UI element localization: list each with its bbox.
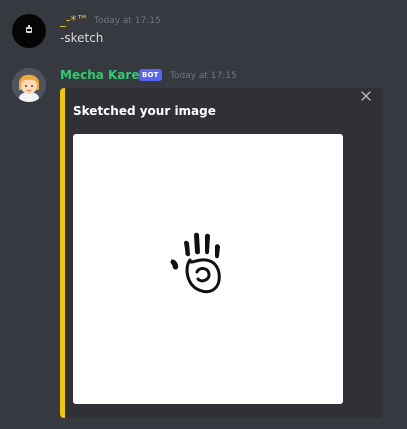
- timestamp: Today at 17:15: [170, 71, 237, 81]
- avatar[interactable]: [12, 68, 46, 102]
- embed-title: Sketched your image: [73, 104, 216, 118]
- embed-image[interactable]: [73, 134, 343, 404]
- message: Mecha Karen BOT Today at 17:15 Sketched …: [0, 64, 407, 429]
- message-content: -sketch: [60, 31, 104, 45]
- embed: Sketched your image: [60, 88, 383, 418]
- chat-window: _-*™ Today at 17:15 -sketch Mecha Karen …: [0, 0, 407, 429]
- bot-tag: BOT: [139, 69, 162, 81]
- message: _-*™ Today at 17:15 -sketch: [0, 0, 407, 64]
- close-icon[interactable]: [359, 89, 373, 103]
- username[interactable]: Mecha Karen: [60, 68, 148, 82]
- username[interactable]: _-*™: [60, 13, 88, 27]
- timestamp: Today at 17:15: [94, 16, 161, 26]
- dark-avatar-icon: [26, 25, 32, 33]
- sketched-hand-image: [170, 232, 221, 294]
- cartoon-girl-avatar-icon: [12, 68, 46, 102]
- avatar[interactable]: [12, 14, 46, 48]
- embed-accent-bar: [60, 88, 65, 418]
